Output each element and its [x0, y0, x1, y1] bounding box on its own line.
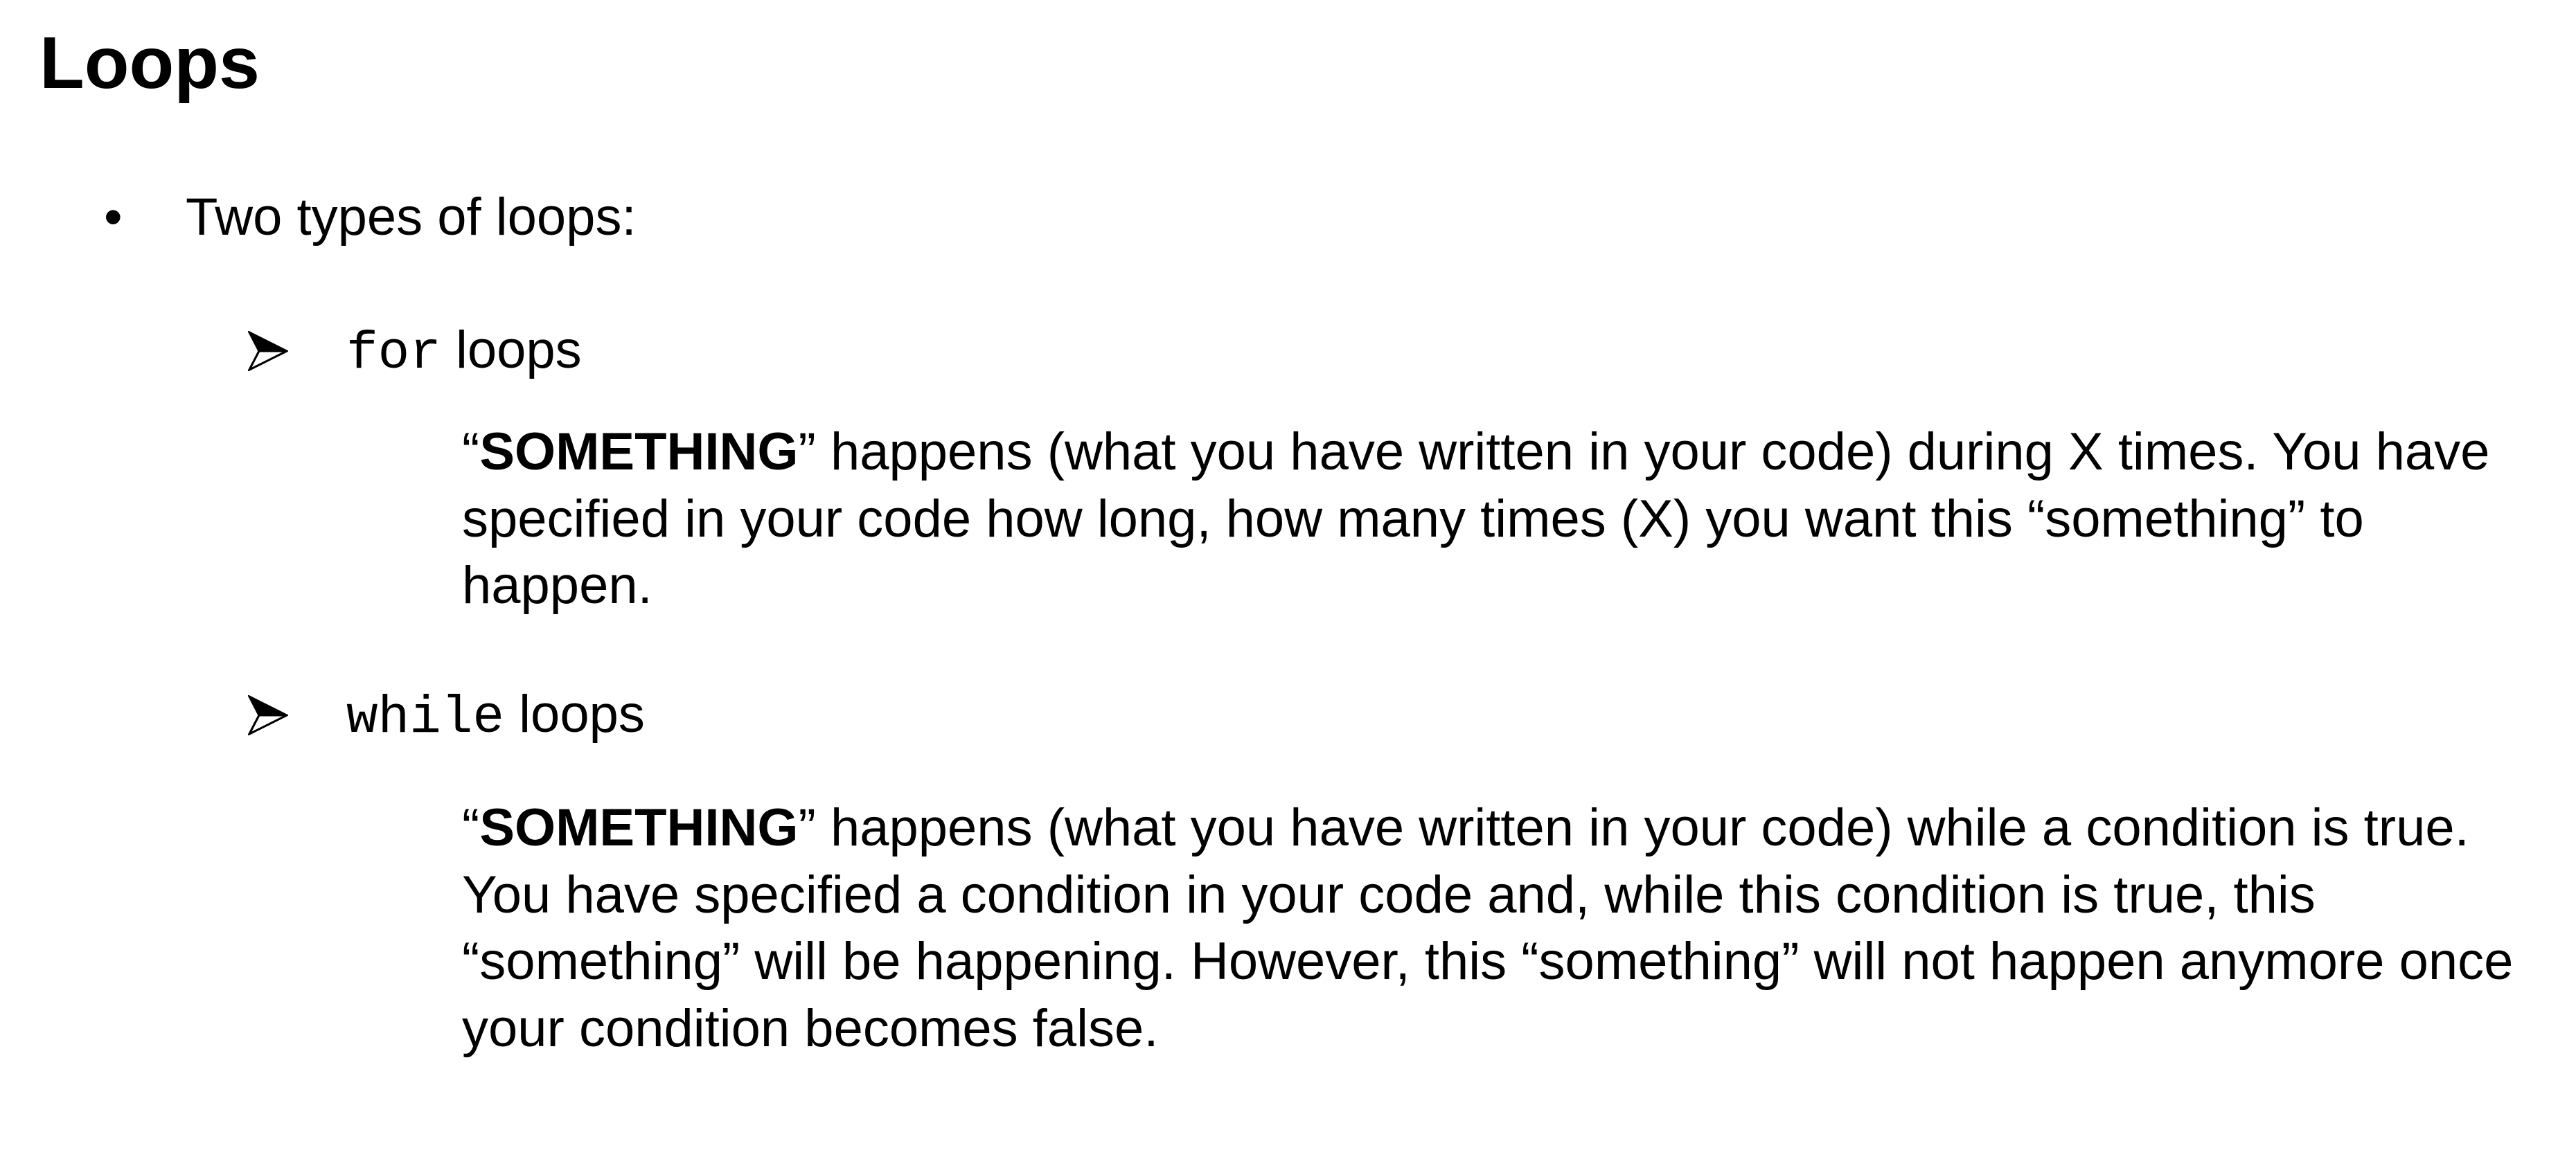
label-suffix: loops: [504, 685, 645, 744]
code-keyword: for: [346, 324, 441, 384]
bullet-dot-icon: •: [104, 188, 123, 246]
bold-word: SOMETHING: [479, 798, 799, 857]
open-quote: “: [462, 798, 480, 857]
while-loop-description: “SOMETHING” happens (what you have writt…: [462, 795, 2540, 1062]
sub-item-label: for loops: [346, 319, 582, 386]
description-line: specified in your code how long, how man…: [462, 489, 2364, 548]
for-loop-description: “SOMETHING” happens (what you have writt…: [462, 419, 2540, 620]
open-quote: “: [462, 422, 480, 481]
arrow-bullet-icon: [248, 331, 288, 371]
bold-word: SOMETHING: [479, 422, 799, 481]
slide-title: Loops: [39, 22, 260, 104]
arrow-bullet-icon: [248, 695, 288, 735]
description-line: happen.: [462, 556, 652, 615]
code-keyword: while: [346, 688, 505, 748]
bullet-text: Two types of loops:: [186, 188, 637, 246]
label-suffix: loops: [441, 321, 582, 379]
description-line: “SOMETHING” happens (what you have writt…: [462, 795, 2540, 862]
description-line: “SOMETHING” happens (what you have writt…: [462, 419, 2540, 486]
description-line: You have specified a condition in your c…: [462, 865, 2316, 924]
sub-item-label: while loops: [346, 683, 645, 750]
line-text: ” happens (what you have written in your…: [798, 798, 2469, 857]
line-text: ” happens (what you have written in your…: [798, 422, 2490, 481]
description-line: “something” will be happening. However, …: [462, 932, 2514, 991]
description-line: your condition becomes false.: [462, 998, 1159, 1058]
